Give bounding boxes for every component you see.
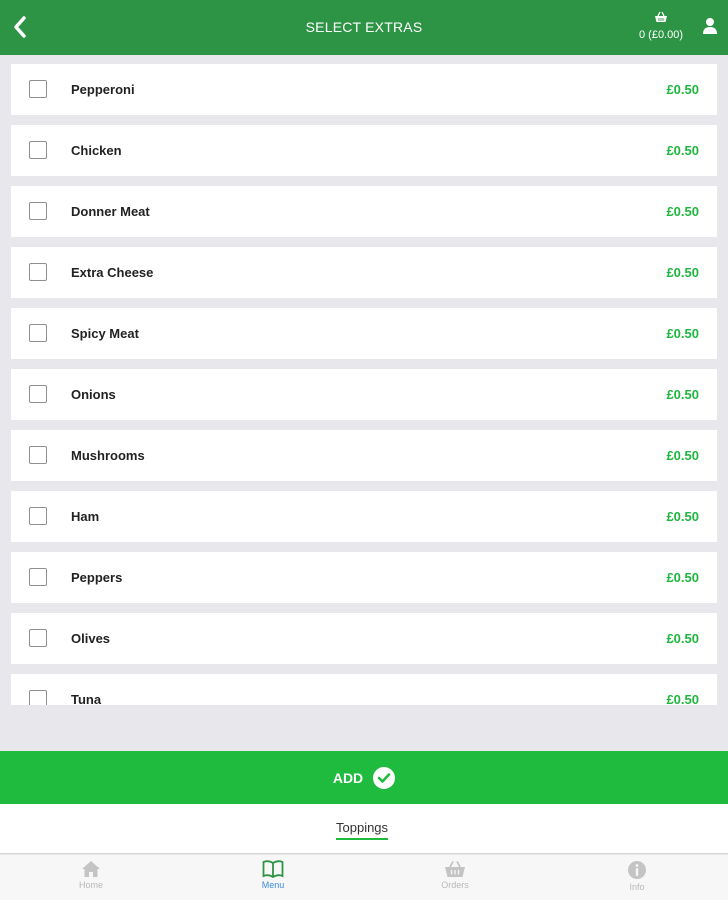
extra-checkbox[interactable] <box>29 690 47 705</box>
tab-toppings[interactable]: Toppings <box>336 820 389 840</box>
extra-name: Extra Cheese <box>71 265 154 280</box>
extra-checkbox[interactable] <box>29 324 47 342</box>
bottom-navigation: Home Menu Orders Info <box>0 855 728 900</box>
extra-checkbox[interactable] <box>29 263 47 281</box>
add-button-label: ADD <box>332 769 364 786</box>
extra-name: Spicy Meat <box>71 326 139 341</box>
nav-menu[interactable]: Menu <box>182 855 364 900</box>
nav-label: Home <box>78 880 103 890</box>
extras-list[interactable]: Pepperoni £0.50 Chicken £0.50 Donner Meat £0.… <box>0 55 728 705</box>
nav-label: Orders <box>441 880 469 890</box>
basket-icon <box>445 861 465 877</box>
extra-checkbox[interactable] <box>29 80 47 98</box>
extra-price: £0.50 <box>666 570 699 585</box>
extra-item[interactable]: Olives £0.50 <box>11 613 717 664</box>
extra-name: Ham <box>71 509 100 524</box>
extra-checkbox[interactable] <box>29 507 47 525</box>
extra-name: Donner Meat <box>71 204 150 219</box>
extra-price: £0.50 <box>666 204 699 219</box>
extra-item[interactable]: Extra Cheese £0.50 <box>11 247 717 298</box>
extra-name: Onions <box>71 387 116 402</box>
nav-label: Menu <box>261 880 285 890</box>
extra-item[interactable]: Onions £0.50 <box>11 369 717 420</box>
app-header: SELECT EXTRAS 0 (£0.00) <box>0 0 728 55</box>
extra-price: £0.50 <box>666 387 699 402</box>
extra-price: £0.50 <box>666 448 699 463</box>
extra-item[interactable]: Pepperoni £0.50 <box>11 64 717 115</box>
extra-name: Pepperoni <box>71 82 135 97</box>
extra-item[interactable]: Spicy Meat £0.50 <box>11 308 717 359</box>
extra-name: Tuna <box>71 692 102 705</box>
nav-info[interactable]: Info <box>546 855 728 900</box>
check-circle-icon <box>373 766 396 789</box>
list-bottom-spacer <box>0 705 728 751</box>
info-icon <box>628 861 646 879</box>
extra-price: £0.50 <box>666 631 699 646</box>
basket-button[interactable]: 0 (£0.00) <box>636 10 686 41</box>
extra-name: Peppers <box>71 570 123 585</box>
extra-name: Chicken <box>71 143 122 158</box>
page-title: SELECT EXTRAS <box>305 19 423 35</box>
extra-item[interactable]: Tuna £0.50 <box>11 674 717 705</box>
nav-orders[interactable]: Orders <box>364 855 546 900</box>
account-button[interactable] <box>702 17 720 37</box>
menu-book-icon <box>262 860 284 878</box>
extra-price: £0.50 <box>666 692 699 705</box>
extra-checkbox[interactable] <box>29 446 47 464</box>
extra-price: £0.50 <box>666 82 699 97</box>
extra-item[interactable]: Ham £0.50 <box>11 491 717 542</box>
extra-item[interactable]: Chicken £0.50 <box>11 125 717 176</box>
extra-item[interactable]: Peppers £0.50 <box>11 552 717 603</box>
add-button[interactable]: ADD <box>0 751 728 804</box>
extra-name: Mushrooms <box>71 448 145 463</box>
extra-checkbox[interactable] <box>29 141 47 159</box>
nav-label: Info <box>629 882 645 892</box>
extra-price: £0.50 <box>666 265 699 280</box>
extra-price: £0.50 <box>666 509 699 524</box>
category-tabs: Toppings <box>0 804 728 854</box>
extra-checkbox[interactable] <box>29 568 47 586</box>
extra-item[interactable]: Donner Meat £0.50 <box>11 186 717 237</box>
extra-price: £0.50 <box>666 143 699 158</box>
extra-checkbox[interactable] <box>29 202 47 220</box>
user-icon <box>703 18 717 34</box>
basket-count: 0 (£0.00) <box>638 29 684 41</box>
basket-icon <box>655 11 667 22</box>
extra-checkbox[interactable] <box>29 629 47 647</box>
home-icon <box>82 861 100 877</box>
extra-name: Olives <box>71 631 111 646</box>
nav-home[interactable]: Home <box>0 855 182 900</box>
extra-item[interactable]: Mushrooms £0.50 <box>11 430 717 481</box>
extra-checkbox[interactable] <box>29 385 47 403</box>
extra-price: £0.50 <box>666 326 699 341</box>
